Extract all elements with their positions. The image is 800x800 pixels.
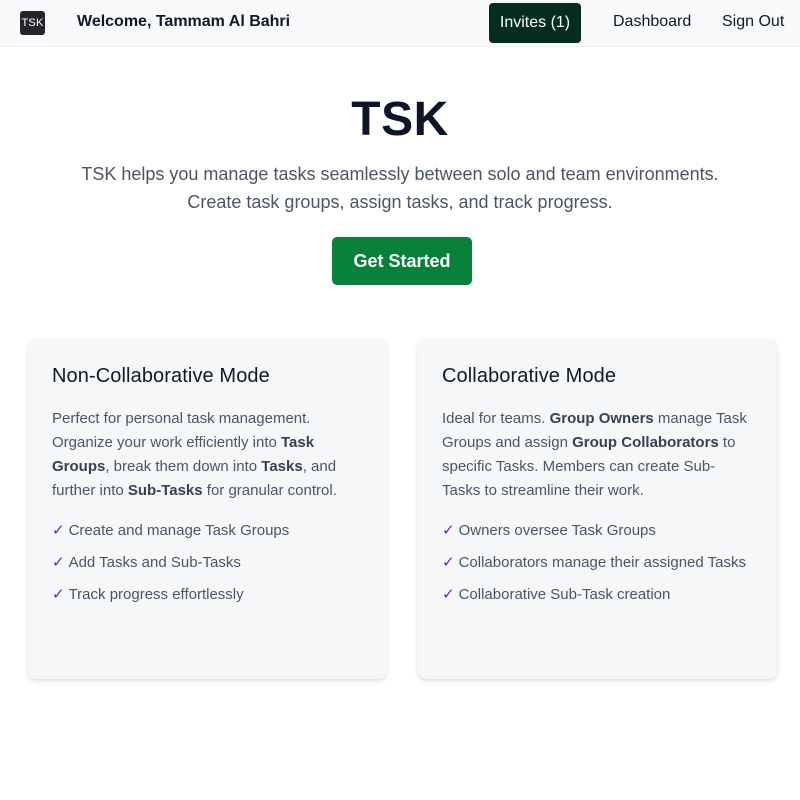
non-collaborative-mode-card: Non-Collaborative Mode Perfect for perso… <box>28 339 387 679</box>
hero-description-line-1: TSK helps you manage tasks seamlessly be… <box>81 164 719 184</box>
feature-list: ✓ Create and manage Task Groups ✓ Add Tasks… <box>52 519 363 607</box>
checkmark-icon: ✓ <box>52 522 65 539</box>
card-description: Ideal for teams. Group Owners manage Tas… <box>442 407 753 503</box>
feature-item: ✓ Collaborators manage their assigned Tas… <box>442 551 753 575</box>
description-text: Ideal for teams. <box>442 410 550 427</box>
collaborative-mode-card: Collaborative Mode Ideal for teams. Grou… <box>418 339 777 679</box>
sign-out-link[interactable]: Sign Out <box>722 13 784 31</box>
feature-item: ✓ Create and manage Task Groups <box>52 519 363 543</box>
bold-term: Sub-Tasks <box>127 482 203 499</box>
feature-item: ✓ Add Tasks and Sub-Tasks <box>52 551 363 575</box>
feature-label: Collaborators manage their assigned Task… <box>458 554 746 571</box>
top-navbar: TSK Welcome, Tammam Al Bahri Invites (1)… <box>0 0 800 47</box>
checkmark-icon: ✓ <box>52 586 65 603</box>
get-started-button[interactable]: Get Started <box>332 237 472 285</box>
card-title: Non-Collaborative Mode <box>52 365 270 387</box>
hero-description-line-2: Create task groups, assign tasks, and tr… <box>187 192 613 212</box>
checkmark-icon: ✓ <box>442 554 455 571</box>
feature-list: ✓ Owners oversee Task Groups ✓ Collaborator… <box>442 519 753 607</box>
feature-label: Create and manage Task Groups <box>68 522 290 539</box>
welcome-text: Welcome, Tammam Al Bahri <box>77 13 291 30</box>
description-text: for granular control. <box>202 482 337 499</box>
checkmark-icon: ✓ <box>442 522 455 539</box>
card-title: Collaborative Mode <box>442 365 617 387</box>
description-text: , break them down into <box>105 458 262 475</box>
hero-title: TSK <box>351 93 449 146</box>
feature-label: Collaborative Sub-Task creation <box>458 586 671 603</box>
checkmark-icon: ✓ <box>52 554 65 571</box>
feature-item: ✓ Collaborative Sub-Task creation <box>442 583 753 607</box>
hero-description: TSK helps you manage tasks seamlessly be… <box>60 160 740 216</box>
dashboard-link[interactable]: Dashboard <box>613 13 691 31</box>
bold-term: Group Collaborators <box>572 434 719 451</box>
invites-button[interactable]: Invites (1) <box>489 3 581 43</box>
card-description: Perfect for personal task management. Or… <box>52 407 363 503</box>
bold-term: Group Owners <box>549 410 654 427</box>
feature-label: Owners oversee Task Groups <box>458 522 656 539</box>
checkmark-icon: ✓ <box>442 586 455 603</box>
bold-term: Tasks <box>261 458 303 475</box>
feature-label: Track progress effortlessly <box>68 586 244 603</box>
description-text: Perfect for personal task management. Or… <box>52 410 311 451</box>
feature-label: Add Tasks and Sub-Tasks <box>68 554 241 571</box>
app-logo[interactable]: TSK <box>20 11 45 35</box>
feature-item: ✓ Track progress effortlessly <box>52 583 363 607</box>
feature-item: ✓ Owners oversee Task Groups <box>442 519 753 543</box>
